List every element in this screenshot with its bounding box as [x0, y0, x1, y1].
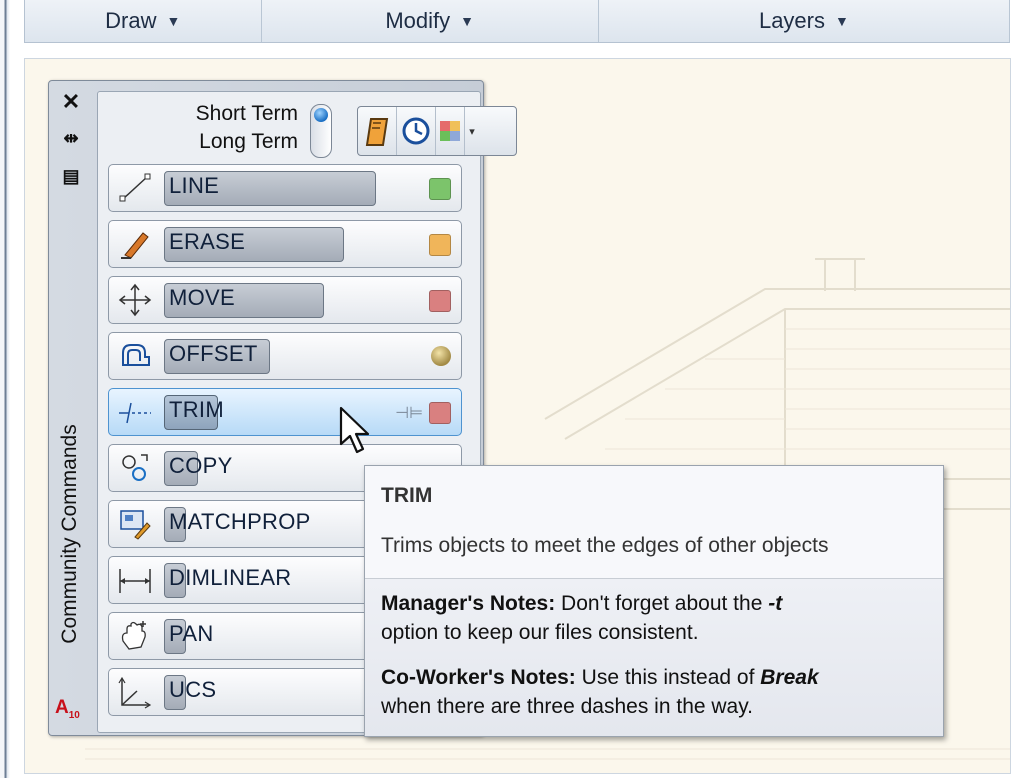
dimlinear-icon: [115, 563, 155, 597]
properties-icon[interactable]: ▤: [57, 163, 85, 189]
ribbon-panel-layers[interactable]: Layers ▼: [599, 0, 1010, 42]
command-offset[interactable]: OFFSET: [108, 332, 462, 380]
command-move[interactable]: MOVE: [108, 276, 462, 324]
coworker-notes-text: Use this instead of: [575, 666, 761, 689]
command-name: DIMLINEAR: [169, 565, 292, 590]
pan-icon: [115, 619, 155, 653]
coworker-notes-text-2: when there are three dashes in the way.: [381, 695, 754, 718]
manager-notes: Manager's Notes: Don't forget about the …: [381, 589, 931, 647]
line-icon: [115, 171, 155, 205]
trim-flag: -t: [768, 592, 783, 615]
command-name: ERASE: [169, 229, 246, 254]
notebook-icon: [365, 118, 389, 146]
dropdown-arrow-icon: ▼: [835, 13, 849, 29]
trim-icon: [115, 395, 155, 429]
palette-title: Community Commands: [58, 424, 81, 644]
command-name: MATCHPROP: [169, 509, 311, 534]
erase-icon: [115, 227, 155, 261]
tooltip-description: Trims objects to meet the edges of other…: [381, 534, 829, 557]
ribbon-panel-label: Layers: [758, 8, 825, 33]
tooltip-title: TRIM: [381, 484, 433, 507]
dropdown-arrow-icon[interactable]: ▾: [465, 107, 479, 155]
palette-titlebar[interactable]: ✕ ⇹ ▤ Community Commands A10: [49, 81, 93, 735]
color-swatch: [429, 234, 451, 256]
copy-icon: [115, 451, 155, 485]
toggle-knob: [314, 108, 328, 122]
color-grid-icon: [440, 121, 460, 141]
term-toggle-switch[interactable]: [310, 104, 332, 158]
command-trim[interactable]: TRIM ⊣⊨: [108, 388, 462, 436]
manager-notes-text: Don't forget about the: [555, 592, 769, 615]
ribbon-panel-label: Modify: [385, 8, 451, 33]
command-erase[interactable]: ERASE: [108, 220, 462, 268]
command-tooltip: TRIM Trims objects to meet the edges of …: [364, 465, 944, 737]
color-swatch: [429, 178, 451, 200]
break-command-ref: Break: [760, 666, 819, 689]
command-line[interactable]: LINE: [108, 164, 462, 212]
history-button[interactable]: [397, 107, 436, 155]
autocad-logo: A10: [55, 697, 80, 721]
dropdown-arrow-icon: ▼: [460, 13, 474, 29]
ribbon-panel-modify[interactable]: Modify ▼: [262, 0, 599, 42]
command-name: OFFSET: [169, 341, 258, 366]
coworker-notes-label: Co-Worker's Notes:: [381, 666, 576, 689]
mouse-cursor-icon: [339, 406, 370, 454]
offset-icon: [115, 339, 155, 373]
auto-hide-icon[interactable]: ⇹: [57, 125, 85, 151]
coworker-notes: Co-Worker's Notes: Use this instead of B…: [381, 663, 931, 721]
ribbon-panel-bar: Draw ▼ Modify ▼ Layers ▼: [24, 0, 1010, 43]
tooltip-notes: Manager's Notes: Don't forget about the …: [365, 579, 943, 736]
window-left-border: [0, 0, 10, 778]
matchprop-icon: [115, 507, 155, 541]
notes-button[interactable]: [358, 107, 397, 155]
long-term-label: Long Term: [199, 130, 298, 153]
command-name: MOVE: [169, 285, 235, 310]
pin-icon[interactable]: ⊣⊨: [395, 403, 423, 423]
command-name: TRIM: [169, 397, 224, 422]
short-term-label: Short Term: [195, 102, 298, 125]
command-name: PAN: [169, 621, 214, 646]
color-filter-button[interactable]: [436, 107, 465, 155]
clock-icon: [402, 117, 430, 145]
ucs-icon: [115, 675, 155, 709]
sphere-icon: [431, 346, 451, 366]
ribbon-panel-draw[interactable]: Draw ▼: [25, 0, 262, 42]
close-icon[interactable]: ✕: [57, 89, 85, 115]
color-swatch: [429, 290, 451, 312]
command-name: LINE: [169, 173, 220, 198]
color-swatch: [429, 402, 451, 424]
palette-toolbar: ▾: [357, 106, 517, 156]
manager-notes-text-2: option to keep our files consistent.: [381, 621, 699, 644]
manager-notes-label: Manager's Notes:: [381, 592, 556, 615]
move-icon: [115, 283, 155, 317]
command-name: UCS: [169, 677, 217, 702]
ribbon-panel-label: Draw: [105, 8, 157, 33]
dropdown-arrow-icon: ▼: [166, 13, 181, 29]
command-name: COPY: [169, 453, 233, 478]
